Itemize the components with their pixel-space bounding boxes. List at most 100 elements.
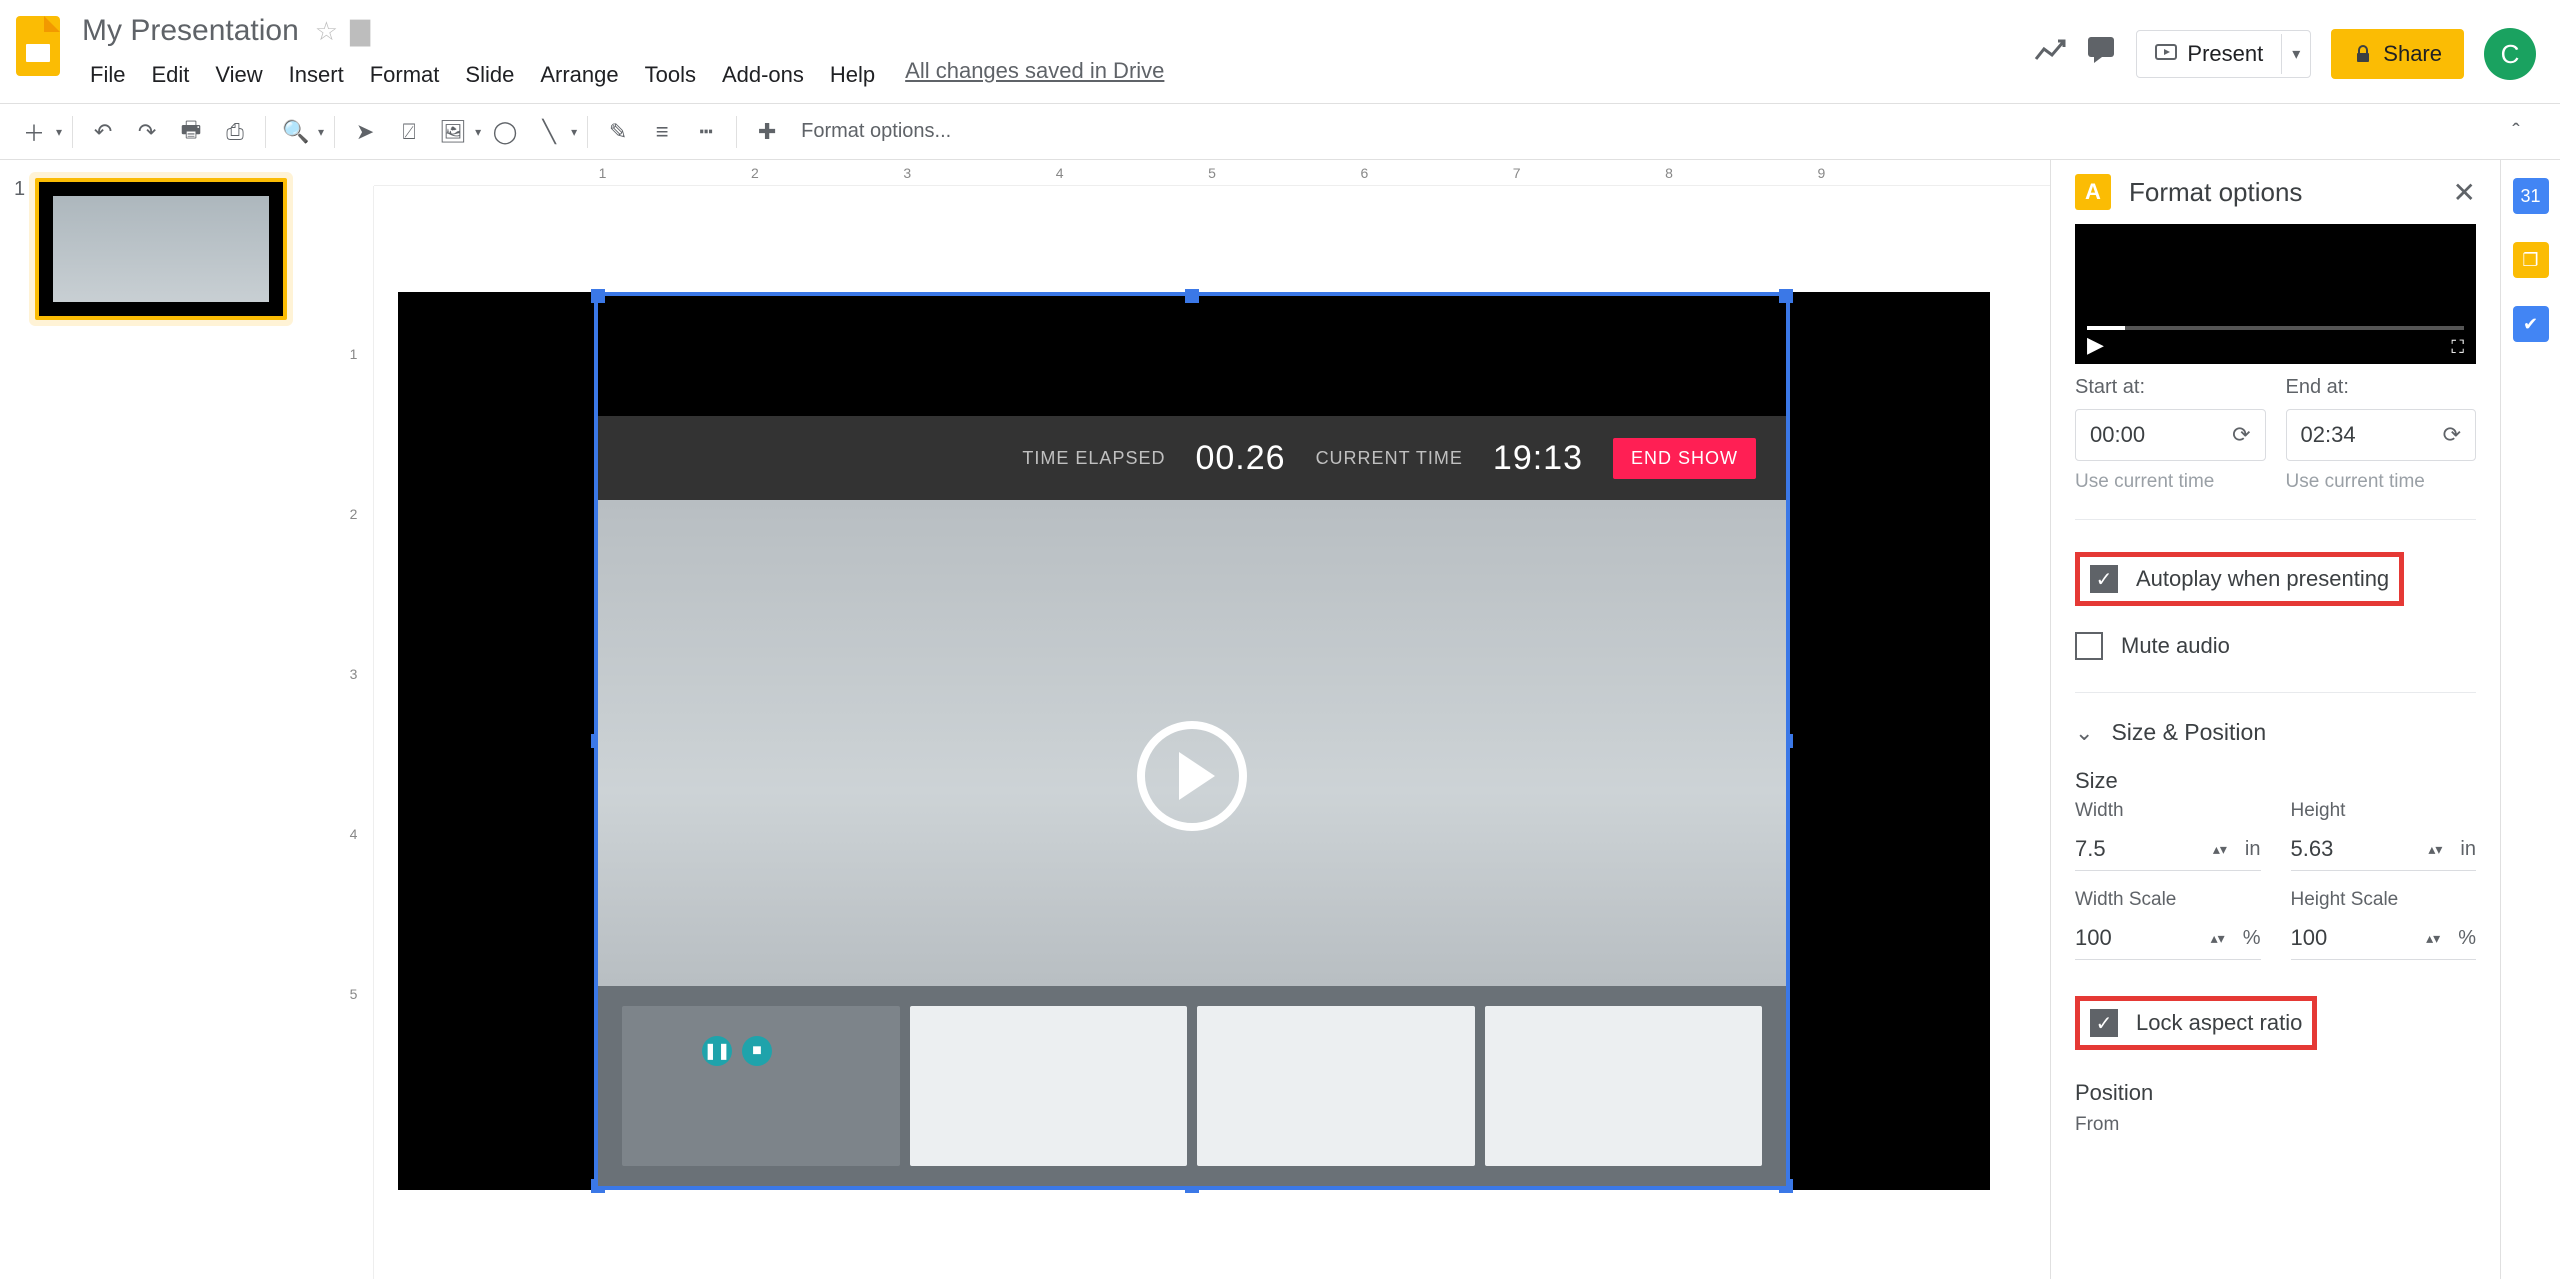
tasks-icon[interactable]: ✔ xyxy=(2513,306,2549,342)
hscale-stepper[interactable]: ▴▾ xyxy=(2426,930,2440,947)
menu-view[interactable]: View xyxy=(203,58,274,92)
menu-file[interactable]: File xyxy=(78,58,137,92)
end-at-label: End at: xyxy=(2286,376,2477,399)
format-options-button[interactable]: Format options... xyxy=(801,120,951,143)
pause-icon: ❚❚ xyxy=(702,1036,732,1066)
toolbar: ＋▾ ↶ ↷ 🖶 ⎙ 🔍▾ ➤ ⍁ 🖼▾ ◯ ╲▾ ✎ ≡ ┅ ✚ Format… xyxy=(0,104,2560,160)
menu-arrange[interactable]: Arrange xyxy=(528,58,630,92)
explore-icon[interactable] xyxy=(2034,37,2066,71)
size-position-section-toggle[interactable]: ⌄ Size & Position xyxy=(2075,719,2476,746)
start-at-label: Start at: xyxy=(2075,376,2266,399)
new-slide-button[interactable]: ＋ xyxy=(14,112,54,152)
height-stepper[interactable]: ▴▾ xyxy=(2428,841,2442,858)
video-object-selected[interactable]: TIME ELAPSED 00.26 CURRENT TIME 19:13 EN… xyxy=(594,292,1790,1190)
share-button[interactable]: Share xyxy=(2331,29,2464,79)
present-icon xyxy=(2155,43,2177,65)
select-tool[interactable]: ➤ xyxy=(345,112,385,152)
menu-slide[interactable]: Slide xyxy=(453,58,526,92)
save-status[interactable]: All changes saved in Drive xyxy=(905,58,1164,92)
autoplay-label: Autoplay when presenting xyxy=(2136,566,2389,592)
autoplay-annotation: Autoplay when presenting xyxy=(2075,552,2404,606)
chevron-down-icon: ⌄ xyxy=(2075,720,2093,746)
slide-filmstrip: 1 xyxy=(0,160,334,1279)
zoom-button[interactable]: 🔍 xyxy=(276,112,316,152)
slide-canvas[interactable]: 1 2 3 4 5 6 7 8 9 1 2 3 4 5 xyxy=(334,160,2050,1279)
width-stepper[interactable]: ▴▾ xyxy=(2213,841,2227,858)
menu-format[interactable]: Format xyxy=(358,58,452,92)
thumb-number: 1 xyxy=(14,178,25,320)
fullscreen-icon[interactable]: ⛶ xyxy=(2451,337,2464,358)
height-scale-input[interactable]: 100▴▾% xyxy=(2291,917,2477,960)
start-at-input[interactable]: 00:00⟳ xyxy=(2075,409,2266,461)
horizontal-ruler: 1 2 3 4 5 6 7 8 9 xyxy=(374,160,2050,186)
menu-insert[interactable]: Insert xyxy=(277,58,356,92)
print-button[interactable]: 🖶 xyxy=(171,112,211,152)
image-dropdown[interactable]: ▾ xyxy=(475,125,481,139)
zoom-dropdown[interactable]: ▾ xyxy=(318,125,324,139)
line-tool[interactable]: ╲ xyxy=(529,112,569,152)
collapse-toolbar-button[interactable]: ˆ xyxy=(2496,112,2536,152)
video-bottom-bar: ❚❚■ xyxy=(598,986,1786,1186)
format-options-icon xyxy=(2075,174,2111,210)
border-color-button[interactable]: ✎ xyxy=(598,112,638,152)
undo-button[interactable]: ↶ xyxy=(83,112,123,152)
present-dropdown[interactable]: ▾ xyxy=(2281,34,2310,74)
width-scale-input[interactable]: 100▴▾% xyxy=(2075,917,2261,960)
star-icon[interactable]: ☆ xyxy=(315,16,338,47)
slides-logo-icon[interactable] xyxy=(16,16,60,76)
move-folder-icon[interactable]: ▇ xyxy=(350,16,370,47)
refresh-start-icon[interactable]: ⟳ xyxy=(2232,422,2250,448)
slide-thumbnail-1[interactable] xyxy=(35,178,287,320)
lock-aspect-checkbox[interactable] xyxy=(2090,1009,2118,1037)
video-play-overlay-icon[interactable] xyxy=(1137,721,1247,831)
menu-help[interactable]: Help xyxy=(818,58,887,92)
lock-aspect-label: Lock aspect ratio xyxy=(2136,1010,2302,1036)
use-current-time-end[interactable]: Use current time xyxy=(2286,471,2477,493)
from-label: From xyxy=(2075,1114,2476,1136)
width-scale-label: Width Scale xyxy=(2075,889,2261,911)
redo-button[interactable]: ↷ xyxy=(127,112,167,152)
wscale-stepper[interactable]: ▴▾ xyxy=(2211,930,2225,947)
play-icon[interactable]: ▶ xyxy=(2087,332,2104,358)
mute-checkbox[interactable] xyxy=(2075,632,2103,660)
border-weight-button[interactable]: ≡ xyxy=(642,112,682,152)
autoplay-checkbox[interactable] xyxy=(2090,565,2118,593)
line-dropdown[interactable]: ▾ xyxy=(571,125,577,139)
position-heading: Position xyxy=(2075,1080,2476,1106)
new-slide-dropdown[interactable]: ▾ xyxy=(56,125,62,139)
end-at-input[interactable]: 02:34⟳ xyxy=(2286,409,2477,461)
end-show-button: END SHOW xyxy=(1613,438,1756,479)
menu-edit[interactable]: Edit xyxy=(139,58,201,92)
calendar-icon[interactable]: 31 xyxy=(2513,178,2549,214)
border-dash-button[interactable]: ┅ xyxy=(686,112,726,152)
width-input[interactable]: 7.5▴▾in xyxy=(2075,828,2261,871)
slide-1[interactable]: TIME ELAPSED 00.26 CURRENT TIME 19:13 EN… xyxy=(398,292,1990,1190)
refresh-end-icon[interactable]: ⟳ xyxy=(2443,422,2461,448)
comments-icon[interactable] xyxy=(2086,35,2116,73)
use-current-time-start[interactable]: Use current time xyxy=(2075,471,2266,493)
image-tool[interactable]: 🖼 xyxy=(433,112,473,152)
side-panel: 31 ❐ ✔ xyxy=(2500,160,2560,1279)
share-label: Share xyxy=(2383,41,2442,67)
lock-icon xyxy=(2353,44,2373,64)
shape-tool[interactable]: ◯ xyxy=(485,112,525,152)
document-title[interactable]: My Presentation xyxy=(78,12,303,50)
menu-addons[interactable]: Add-ons xyxy=(710,58,816,92)
video-progress-bar[interactable] xyxy=(2087,326,2464,330)
keep-icon[interactable]: ❐ xyxy=(2513,242,2549,278)
mute-label: Mute audio xyxy=(2121,633,2230,659)
textbox-tool[interactable]: ⍁ xyxy=(389,112,429,152)
video-preview[interactable]: ▶ ⛶ xyxy=(2075,224,2476,364)
crop-button[interactable]: ✚ xyxy=(747,112,787,152)
present-button[interactable]: Present ▾ xyxy=(2136,30,2311,78)
format-options-title: Format options xyxy=(2129,177,2435,208)
height-label: Height xyxy=(2291,800,2477,822)
format-options-panel: Format options ✕ ▶ ⛶ Start at: 00:00⟳ Us… xyxy=(2050,160,2500,1279)
menu-tools[interactable]: Tools xyxy=(633,58,708,92)
account-avatar[interactable]: C xyxy=(2484,28,2536,80)
height-scale-label: Height Scale xyxy=(2291,889,2477,911)
width-label: Width xyxy=(2075,800,2261,822)
paint-format-button[interactable]: ⎙ xyxy=(215,112,255,152)
close-panel-button[interactable]: ✕ xyxy=(2453,176,2476,209)
height-input[interactable]: 5.63▴▾in xyxy=(2291,828,2477,871)
